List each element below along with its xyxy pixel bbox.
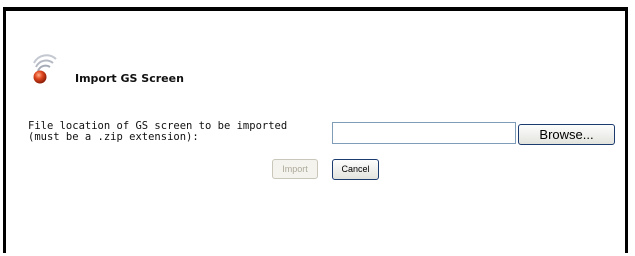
file-path-input[interactable] <box>332 122 516 144</box>
broadcast-logo-icon <box>33 54 57 84</box>
browse-button[interactable]: Browse... <box>518 124 615 145</box>
cancel-button[interactable]: Cancel <box>332 159 379 180</box>
dialog-title: Import GS Screen <box>75 72 184 85</box>
import-button[interactable]: Import <box>272 159 318 179</box>
file-location-label-line2: (must be a .zip extension): <box>28 131 199 143</box>
file-location-label: File location of GS screen to be importe… <box>28 121 328 143</box>
dialog-frame: Import GS Screen File location of GS scr… <box>3 7 628 253</box>
